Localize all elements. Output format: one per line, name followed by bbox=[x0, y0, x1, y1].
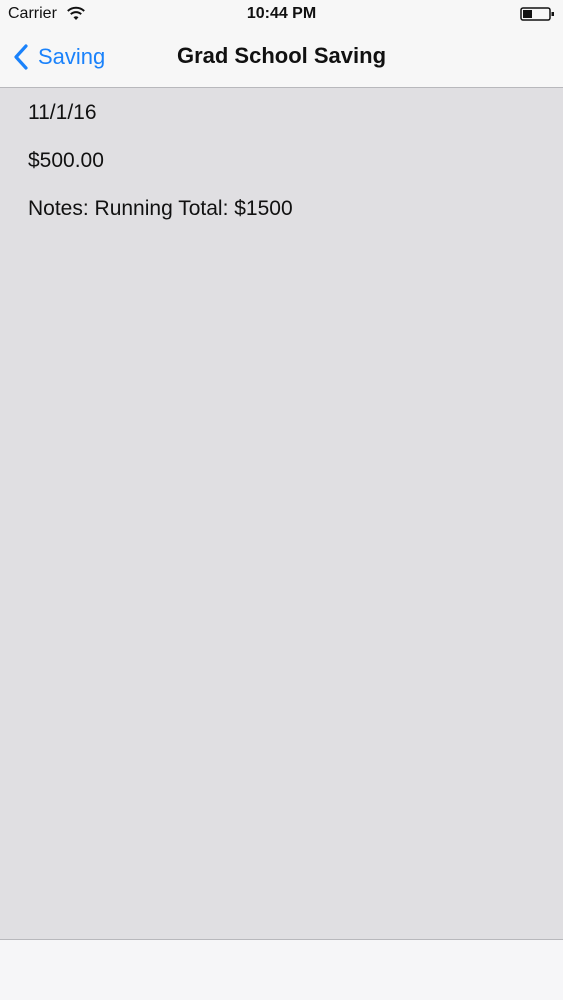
battery-icon bbox=[520, 7, 554, 21]
saving-detail-screen: Carrier 10:44 PM Saving Grad School Savi… bbox=[0, 0, 563, 1000]
navigation-bar: Saving Grad School Saving bbox=[0, 28, 563, 88]
entry-amount: $500.00 bbox=[28, 149, 104, 172]
entry-notes: Notes: Running Total: $1500 bbox=[28, 197, 293, 220]
status-time: 10:44 PM bbox=[246, 5, 317, 22]
page-title: Grad School Saving bbox=[176, 43, 387, 68]
bottom-toolbar bbox=[0, 939, 563, 1000]
detail-content: 11/1/16 $500.00 Notes: Running Total: $1… bbox=[0, 88, 563, 939]
status-bar: Carrier 10:44 PM bbox=[0, 0, 563, 28]
entry-date: 11/1/16 bbox=[28, 101, 97, 124]
